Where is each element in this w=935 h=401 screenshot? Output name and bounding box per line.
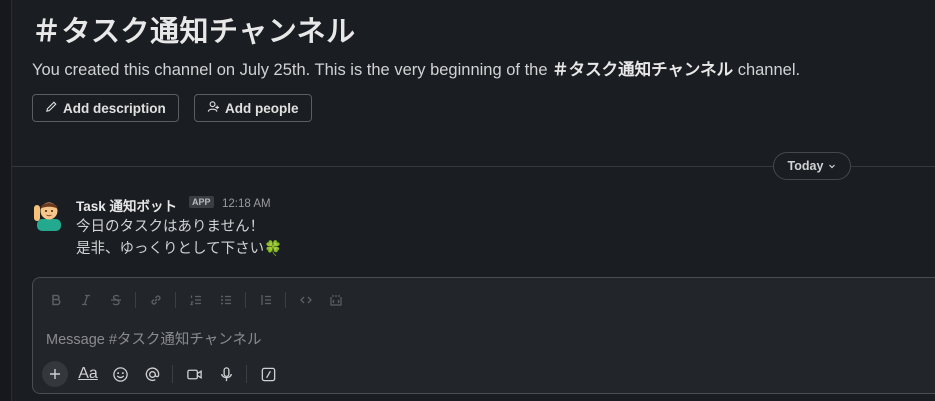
bulleted-list-icon[interactable]: [215, 290, 237, 310]
microphone-icon[interactable]: [214, 362, 238, 386]
intro-channel-name[interactable]: ＃タスク通知チャンネル: [552, 61, 733, 79]
toolbar-separator: [175, 292, 176, 308]
add-people-label: Add people: [225, 100, 299, 116]
formatting-toolbar: [45, 290, 355, 310]
app-badge: APP: [189, 196, 214, 208]
channel-intro: You created this channel on July 25th. T…: [32, 56, 800, 80]
text-format-button[interactable]: Aa: [76, 362, 100, 386]
toolbar-separator: [135, 292, 136, 308]
add-description-button[interactable]: Add description: [32, 94, 179, 122]
mention-icon[interactable]: [140, 362, 164, 386]
message-timestamp[interactable]: 12:18 AM: [222, 198, 271, 210]
sidebar-edge: [0, 0, 12, 401]
intro-prefix: You created this channel on July 25th. T…: [32, 61, 553, 79]
toolbar-separator: [246, 365, 247, 383]
message-line-2: 是非、ゆっくりとして下さい🍀: [76, 241, 283, 257]
text-format-label: Aa: [78, 365, 98, 382]
slash-command-icon[interactable]: [256, 362, 280, 386]
toolbar-separator: [245, 292, 246, 308]
message-composer: Message #タスク通知チャンネル Aa: [32, 277, 935, 394]
video-icon[interactable]: [182, 362, 206, 386]
add-person-icon: [207, 100, 220, 116]
message-line-1: 今日のタスクはありません！: [76, 219, 265, 235]
date-label: Today: [787, 159, 824, 173]
bot-avatar[interactable]: [31, 195, 67, 231]
emoji-icon[interactable]: [108, 362, 132, 386]
italic-icon[interactable]: [75, 290, 97, 310]
chevron-down-icon: [828, 159, 836, 173]
channel-content: ＃タスク通知チャンネル You created this channel on …: [12, 0, 935, 401]
intro-suffix: channel.: [733, 61, 801, 79]
add-people-button[interactable]: Add people: [194, 94, 312, 122]
blockquote-icon[interactable]: [255, 290, 277, 310]
code-icon[interactable]: [295, 290, 317, 310]
ordered-list-icon[interactable]: [185, 290, 207, 310]
add-description-label: Add description: [63, 100, 166, 116]
pencil-icon: [45, 100, 58, 116]
bold-icon[interactable]: [45, 290, 67, 310]
strikethrough-icon[interactable]: [105, 290, 127, 310]
toolbar-separator: [172, 365, 173, 383]
composer-actions: Aa: [42, 361, 288, 387]
channel-title: ＃タスク通知チャンネル: [32, 16, 356, 48]
date-divider-pill[interactable]: Today: [773, 152, 851, 180]
message-input[interactable]: Message #タスク通知チャンネル: [46, 328, 262, 349]
link-icon[interactable]: [145, 290, 167, 310]
toolbar-separator: [285, 292, 286, 308]
code-block-icon[interactable]: [325, 290, 347, 310]
message-sender[interactable]: Task 通知ボット: [76, 195, 177, 215]
plus-icon[interactable]: [42, 361, 68, 387]
